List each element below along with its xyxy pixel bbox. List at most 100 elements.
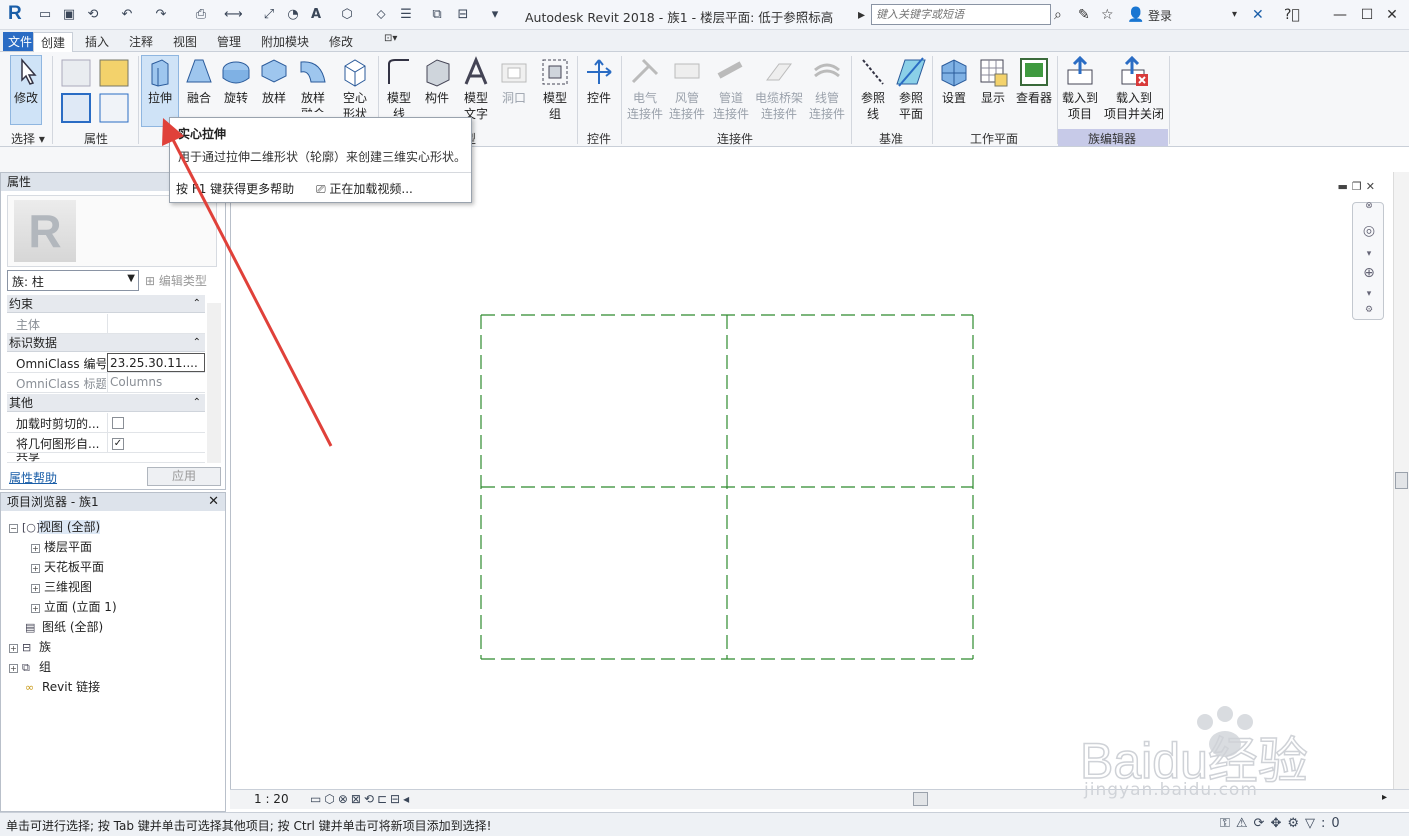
tree-node-revit-links[interactable]: ∞ Revit 链接	[25, 678, 100, 695]
section-icon[interactable]: ⬦	[372, 6, 390, 24]
collapse-icon[interactable]: −	[9, 524, 18, 533]
family-selector[interactable]: 族: 柱 ▼	[7, 270, 139, 291]
load-into-project-button[interactable]: 载入到 项目	[1058, 56, 1102, 122]
help-icon[interactable]: ?⃝	[1284, 6, 1300, 24]
text-icon[interactable]: A	[307, 6, 325, 24]
property-row-auto-join[interactable]: 将几何图形自... ✓	[7, 433, 205, 453]
scroll-thumb[interactable]	[1395, 472, 1408, 489]
group-constraints[interactable]: 约束 ⌃	[7, 295, 205, 313]
extrude-button[interactable]: 拉伸	[141, 56, 179, 106]
sweep-button[interactable]: 放样	[257, 56, 291, 106]
3d-view-icon[interactable]: ⬡	[338, 6, 356, 24]
star-icon[interactable]: ☆	[1101, 6, 1114, 24]
auto-join-checkbox[interactable]: ✓	[112, 438, 124, 450]
redo-icon[interactable]: ↷	[152, 6, 170, 24]
close-icon[interactable]: ✕	[208, 494, 219, 509]
tab-file[interactable]: 文件	[3, 32, 38, 51]
revit-logo-button[interactable]: R	[8, 3, 28, 25]
apply-button[interactable]: 应用	[147, 467, 221, 486]
property-row-host[interactable]: 主体	[7, 314, 205, 334]
show-workplane-button[interactable]: 显示	[975, 56, 1011, 106]
expand-icon[interactable]: +	[9, 664, 18, 673]
tab-annotate[interactable]: 注释	[129, 33, 153, 50]
component-button[interactable]: 构件	[420, 56, 454, 106]
tree-node-floor-plans[interactable]: + 楼层平面	[31, 538, 92, 555]
control-button[interactable]: 控件	[580, 56, 618, 106]
group-identity[interactable]: 标识数据 ⌃	[7, 334, 205, 352]
close-hidden-icon[interactable]: ⧉	[428, 6, 446, 24]
collapse-icon[interactable]: ⌃	[193, 394, 201, 412]
print-icon[interactable]: ⎙	[192, 6, 210, 24]
maximize-button[interactable]: ☐	[1357, 5, 1377, 25]
tree-node-3d-views[interactable]: + 三维视图	[31, 578, 92, 595]
conduit-connector-button[interactable]: 线管 连接件	[806, 56, 848, 122]
tree-node-sheets[interactable]: ▤ 图纸 (全部)	[25, 618, 103, 635]
user-icon[interactable]: 👤	[1127, 6, 1144, 24]
close-icon[interactable]: ⊗	[1358, 201, 1380, 211]
reference-plane-button[interactable]: 参照 平面	[893, 56, 929, 122]
customize-dropdown-icon[interactable]: ▾	[486, 6, 504, 24]
ribbon-minimize-icon[interactable]: ⊡▾	[384, 33, 397, 44]
viewer-button[interactable]: 查看器	[1013, 56, 1055, 106]
chevron-down-icon[interactable]: ▾	[1358, 289, 1380, 299]
properties-scrollbar[interactable]	[207, 303, 221, 463]
exchange-apps-icon[interactable]: ✕	[1252, 6, 1264, 24]
chevron-down-icon[interactable]: ▾	[1232, 6, 1237, 24]
void-forms-button[interactable]: 空心 形状	[336, 56, 374, 120]
horizontal-scroll-thumb[interactable]	[913, 792, 928, 806]
tab-create[interactable]: 创建	[33, 32, 74, 53]
vertical-scrollbar[interactable]	[1393, 172, 1409, 789]
search-input[interactable]	[871, 4, 1051, 25]
electrical-connector-button[interactable]: 电气 连接件	[624, 56, 666, 122]
edit-type-button[interactable]: ⊞ 编辑类型	[145, 272, 207, 289]
sync-icon[interactable]: ⟲	[84, 6, 102, 24]
expand-icon[interactable]: +	[31, 544, 40, 553]
view-scale[interactable]: 1 : 20	[254, 792, 289, 806]
blend-button[interactable]: 融合	[182, 56, 216, 106]
login-link[interactable]: 登录	[1148, 7, 1172, 24]
measure-icon[interactable]: ⟷	[224, 6, 243, 24]
tree-node-groups[interactable]: + ⧉ 组	[9, 658, 51, 675]
model-text-button[interactable]: 模型 文字	[458, 56, 494, 120]
tree-node-elevations[interactable]: + 立面 (立面 1)	[31, 598, 117, 615]
scroll-right-icon[interactable]: ▸	[1382, 792, 1387, 803]
binoculars-icon[interactable]: ⌕	[1054, 6, 1062, 24]
load-into-project-and-close-button[interactable]: 载入到 项目并关闭	[1102, 56, 1166, 122]
undo-icon[interactable]: ↶	[118, 6, 136, 24]
property-row-cut-on-load[interactable]: 加载时剪切的...	[7, 413, 205, 433]
tag-icon[interactable]: ◔	[284, 6, 302, 24]
revolve-button[interactable]: 旋转	[219, 56, 253, 106]
minimize-button[interactable]: —	[1330, 5, 1350, 25]
expand-icon[interactable]: +	[9, 644, 18, 653]
group-other[interactable]: 其他 ⌃	[7, 394, 205, 412]
panel-select[interactable]: 选择 ▾	[11, 130, 45, 147]
duct-connector-button[interactable]: 风管 连接件	[666, 56, 708, 122]
reference-line-button[interactable]: 参照 线	[855, 56, 891, 122]
expand-icon[interactable]: +	[31, 564, 40, 573]
save-icon[interactable]: ▣	[60, 6, 78, 24]
thin-lines-icon[interactable]: ☰	[397, 6, 415, 24]
cut-on-load-checkbox[interactable]	[112, 417, 124, 429]
model-line-button[interactable]: 模型 线	[382, 56, 416, 120]
switch-windows-icon[interactable]: ⊟	[454, 6, 472, 24]
set-workplane-button[interactable]: 设置	[936, 56, 972, 106]
expand-icon[interactable]: +	[31, 584, 40, 593]
property-row-omniclass-title[interactable]: OmniClass 标题 Columns	[7, 373, 205, 393]
dimension-icon[interactable]: ⤢	[260, 6, 278, 24]
tree-node-families[interactable]: + ⊟ 族	[9, 638, 51, 655]
open-icon[interactable]: ▭	[36, 6, 54, 24]
steering-wheel-icon[interactable]: ◎	[1358, 223, 1380, 239]
zoom-icon[interactable]: ⊕	[1358, 265, 1380, 281]
collapse-icon[interactable]: ⌃	[193, 334, 201, 352]
tab-insert[interactable]: 插入	[85, 33, 109, 50]
tab-manage[interactable]: 管理	[217, 33, 241, 50]
properties-help-link[interactable]: 属性帮助	[9, 469, 57, 486]
expand-icon[interactable]: +	[31, 604, 40, 613]
tab-modify[interactable]: 修改	[329, 33, 353, 50]
property-row-shared[interactable]: 共享	[7, 453, 205, 463]
tree-node-ceiling-plans[interactable]: + 天花板平面	[31, 558, 104, 575]
chevron-right-icon[interactable]: ▸	[858, 6, 865, 24]
cable-tray-connector-button[interactable]: 电缆桥架 连接件	[750, 56, 808, 122]
opening-button[interactable]: 洞口	[496, 56, 532, 106]
model-group-button[interactable]: 模型 组	[536, 56, 574, 122]
